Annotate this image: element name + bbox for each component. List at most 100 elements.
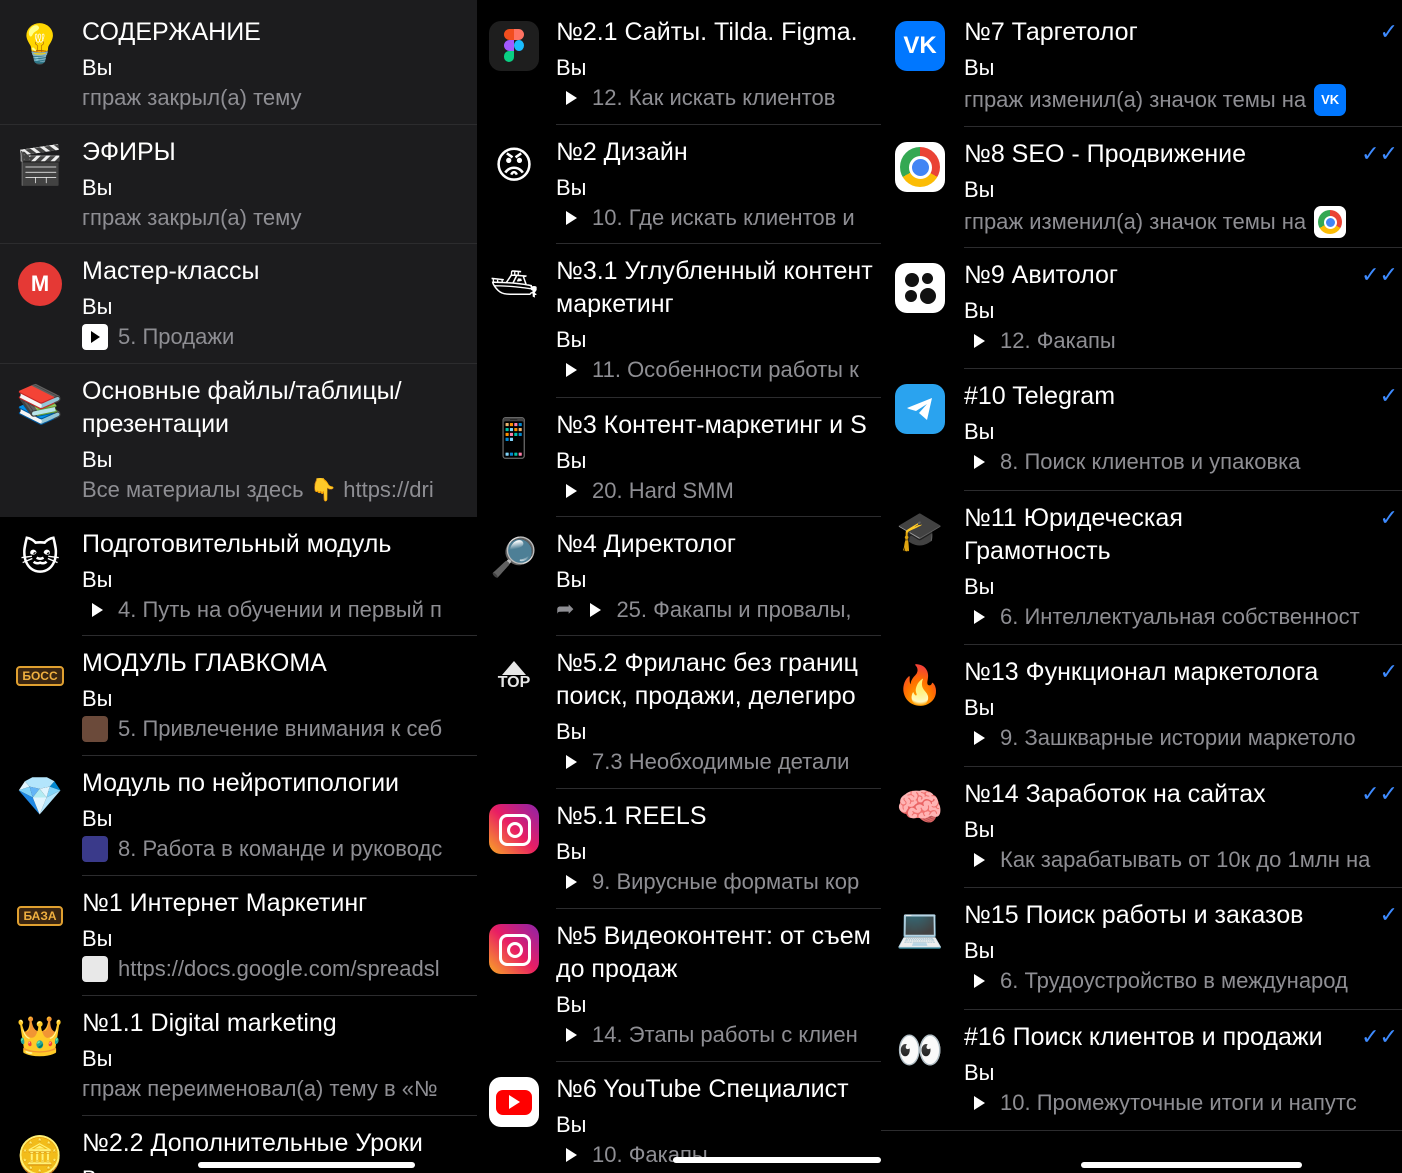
sender-label: Вы [82,567,113,592]
fire-icon: 🔥 [896,663,944,707]
thumbnail-icon [82,716,108,742]
sender-label: Вы [82,1165,113,1173]
topic-row-prep-module[interactable]: 🐱 Подготовительный модуль Вы 4. Путь на … [0,517,477,635]
metro-m-icon: M [14,258,66,310]
topic-row-telegram[interactable]: #10 Telegram ✓ Вы 8. Поиск клиентов и уп… [881,369,1402,490]
video-play-icon [82,324,108,350]
topic-row-site-earnings[interactable]: 🧠 №14 Заработок на сайтах ✓✓ Вы Как зара… [881,767,1402,887]
topic-title-line1: №5.2 Фриланс без границ [556,649,858,677]
read-double-check-icon: ✓✓ [1361,1025,1398,1050]
topic-row-video-content[interactable]: №5 Видеоконтент: от съем до продаж Вы 14… [477,909,881,1061]
chrome-icon [894,141,946,193]
topic-row-marketer-functions[interactable]: 🔥 №13 Функционал маркетолога ✓ Вы 9. Заш… [881,645,1402,766]
books-icon: 📚 [16,382,64,426]
play-triangle-icon [566,1148,577,1162]
topic-row-masterclasses[interactable]: M Мастер-классы Вы 5. Продажи [0,244,477,363]
home-indicator[interactable] [198,1162,415,1168]
topic-row-freelance[interactable]: TOP №5.2 Фриланс без границ поиск, прода… [477,636,881,788]
topic-title: Подготовительный модуль [82,530,392,558]
sender-label: Вы [964,419,995,444]
topic-title: №2 Дизайн [556,138,688,166]
topic-row-reels[interactable]: №5.1 REELS Вы 9. Вирусные форматы кор [477,789,881,908]
read-double-check-icon: ✓✓ [1361,142,1398,167]
read-double-check-icon: ✓✓ [1361,263,1398,288]
message-preview: https://docs.google.com/spreadsl [82,955,477,983]
message-preview: 8. Поиск клиентов и упаковка [964,448,1402,476]
play-triangle-icon [566,91,577,105]
topic-row-deep-content-marketing[interactable]: 🛥 №3.1 Углубленный контент маркетинг Вы … [477,244,881,397]
read-double-check-icon: ✓✓ [1361,782,1398,807]
topic-title: №1.1 Digital marketing [82,1009,337,1037]
topic-row-seo[interactable]: №8 SEO - Продвижение ✓✓ Вы гпраж изменил… [881,127,1402,247]
topic-row-neurotypology[interactable]: 💎 Модуль по нейротипологии Вы 8. Работа … [0,756,477,875]
message-preview: 8. Работа в команде и руководс [82,835,477,863]
read-check-icon: ✓ [1379,660,1398,685]
message-preview: 10. Где искать клиентов и [556,204,881,232]
play-triangle-icon [974,610,985,624]
brain-icon: 🧠 [896,785,944,829]
cat-avatar-icon: 🐱 [20,535,60,579]
sender-label: Вы [82,447,113,472]
message-preview: 6. Трудоустройство в международ [964,967,1402,995]
topic-row-direct-ads[interactable]: 🔎 №4 Директолог Вы ➦ 25. Факапы и провалы… [477,517,881,635]
topic-title: №3 Контент-маркетинг и S [556,411,867,439]
topic-row-avitolog[interactable]: №9 Авитолог ✓✓ Вы 12. Факапы [881,248,1402,368]
play-triangle-icon [92,603,103,617]
play-triangle-icon [974,731,985,745]
topic-title: №4 Директолог [556,530,737,558]
topic-title: №7 Таргетолог [964,18,1138,46]
topic-row-clients-sales[interactable]: 👀 #16 Поиск клиентов и продажи ✓✓ Вы 10.… [881,1010,1402,1130]
message-preview: гпраж изменил(а) значок темы на VK [964,84,1402,116]
topic-title-line1: №3.1 Углубленный контент [556,257,873,285]
topic-row-content-marketing[interactable]: 📱 №3 Контент-маркетинг и S Вы 20. Hard S… [477,398,881,516]
home-indicator[interactable] [673,1157,881,1163]
topic-title-line2: поиск, продажи, делегиро [556,682,856,710]
topic-row-streams[interactable]: 🎬 ЭФИРЫ Вы гпраж закрыл(а) тему [0,125,477,243]
play-triangle-icon [974,974,985,988]
message-preview: ➦ 25. Факапы и провалы, [556,597,852,622]
message-preview: гпраж закрыл(а) тему [82,205,302,230]
sender-label: Вы [964,298,995,323]
topic-row-glavkom[interactable]: БОСС МОДУЛЬ ГЛАВКОМА Вы 5. Привлечение в… [0,636,477,755]
play-triangle-icon [566,363,577,377]
topic-row-digital-marketing[interactable]: 👑 №1.1 Digital marketing Вы гпраж переим… [0,996,477,1115]
topic-row-targetolog[interactable]: VK №7 Таргетолог ✓ Вы гпраж изменил(а) з… [881,0,1402,126]
topic-title-line1: №11 Юридеческая [964,504,1183,532]
figma-icon [488,20,540,72]
sender-label: Вы [82,294,113,319]
vk-mini-icon: VK [1314,84,1347,116]
message-preview: 14. Этапы работы с клиен [556,1021,881,1049]
topic-row-main-files[interactable]: 📚 Основные файлы/таблицы/ презентации Вы… [0,364,477,517]
topic-title: №13 Функционал маркетолога [964,658,1319,686]
topic-title: №1 Интернет Маркетинг [82,889,368,917]
sender-label: Вы [82,175,113,200]
topic-row-job-search[interactable]: 💻 №15 Поиск работы и заказов ✓ Вы 6. Тру… [881,888,1402,1009]
home-indicator[interactable] [1081,1162,1302,1168]
topic-row-internet-marketing[interactable]: БАЗА №1 Интернет Маркетинг Вы https://do… [0,876,477,995]
message-preview: 4. Путь на обучении и первый п [82,596,477,624]
youtube-icon [488,1076,540,1128]
sender-label: Вы [964,177,995,202]
topic-title-line1: №5 Видеоконтент: от съем [556,922,871,950]
message-preview: 10. Факапы [556,1141,881,1169]
topic-row-contents[interactable]: 💡 СОДЕРЖАНИЕ Вы гпраж закрыл(а) тему [0,0,477,124]
message-preview: 5. Привлечение внимания к себ [82,715,477,743]
message-preview: 12. Факапы [964,327,1402,355]
angry-face-icon: 😡 [494,143,534,187]
play-triangle-icon [566,1028,577,1042]
play-triangle-icon [974,455,985,469]
topic-row-design[interactable]: 😡 №2 Дизайн Вы 10. Где искать клиентов и [477,125,881,243]
topic-row-sites-tilda-figma[interactable]: №2.1 Сайты. Tilda. Figma. Вы 12. Как иск… [477,0,881,124]
topic-title-line2: маркетинг [556,290,674,318]
play-triangle-icon [566,875,577,889]
sender-label: Вы [82,806,113,831]
sender-label: Вы [556,839,587,864]
message-preview: 9. Вирусные форматы кор [556,868,881,896]
graduation-cap-icon: 🎓 [896,509,944,553]
topic-title: Мастер-классы [82,257,260,285]
sender-label: Вы [964,938,995,963]
topic-row-legal[interactable]: 🎓 №11 Юридеческая Грамотность ✓ Вы 6. Ин… [881,491,1402,644]
sender-label: Вы [964,817,995,842]
topic-title-line2: презентации [82,410,230,438]
sender-label: Вы [964,1060,995,1085]
